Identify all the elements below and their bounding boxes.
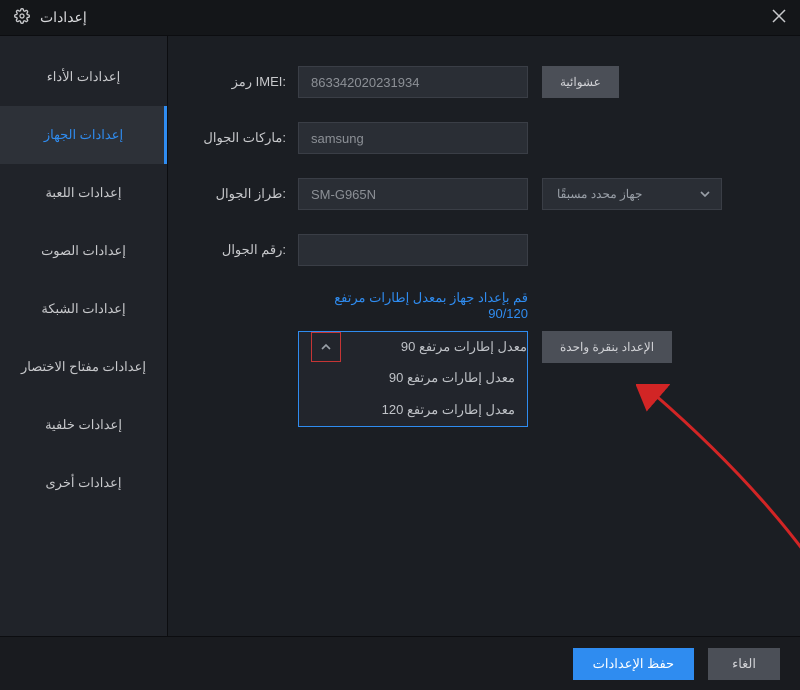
close-button[interactable]	[772, 9, 786, 26]
sidebar-item-label: إعدادات الصوت	[41, 243, 126, 259]
sidebar: إعدادات الأداء إعدادات الجهاز إعدادات ال…	[0, 36, 168, 636]
model-input[interactable]	[298, 178, 528, 210]
sidebar-item-shortcut[interactable]: إعدادات مفتاح الاختصار	[0, 338, 167, 396]
number-label: رقم الجوال:	[180, 242, 298, 258]
frame-rate-option-90[interactable]: معدل إطارات مرتفع 90	[299, 362, 527, 394]
gear-icon	[14, 8, 30, 27]
annotation-arrow	[636, 384, 800, 564]
frame-rate-dropdown: معدل إطارات مرتفع 90 معدل إطارات مرتفع 1…	[298, 362, 528, 427]
footer: حفظ الإعدادات الغاء	[0, 636, 800, 690]
cancel-button[interactable]: الغاء	[708, 648, 780, 680]
sidebar-item-label: إعدادات اللعبة	[45, 185, 121, 201]
row-number: رقم الجوال:	[180, 234, 776, 266]
sidebar-item-wallpaper[interactable]: إعدادات خلفية	[0, 396, 167, 454]
main-panel: رمز IMEI: عشوائية ماركات الجوال: طراز ال…	[168, 36, 800, 636]
sidebar-item-other[interactable]: إعدادات أخرى	[0, 454, 167, 512]
row-frame-rate: معدل إطارات مرتفع 90 معدل إطارات مرتفع 9…	[298, 331, 776, 363]
sidebar-item-audio[interactable]: إعدادات الصوت	[0, 222, 167, 280]
frame-rate-combobox[interactable]: معدل إطارات مرتفع 90	[298, 331, 528, 363]
sidebar-item-device[interactable]: إعدادات الجهاز	[0, 106, 167, 164]
sidebar-item-label: إعدادات مفتاح الاختصار	[21, 359, 146, 375]
save-button[interactable]: حفظ الإعدادات	[573, 648, 694, 680]
brand-input[interactable]	[298, 122, 528, 154]
sidebar-item-game[interactable]: إعدادات اللعبة	[0, 164, 167, 222]
titlebar: إعدادات	[0, 0, 800, 36]
frame-rate-option-120[interactable]: معدل إطارات مرتفع 120	[299, 394, 527, 426]
imei-input[interactable]	[298, 66, 528, 98]
sidebar-item-label: إعدادات الأداء	[47, 69, 121, 85]
random-imei-button[interactable]: عشوائية	[542, 66, 619, 98]
chevron-up-icon	[320, 341, 332, 353]
brand-label: ماركات الجوال:	[180, 130, 298, 146]
frame-rate-selected: معدل إطارات مرتفع 90	[401, 339, 527, 355]
number-input[interactable]	[298, 234, 528, 266]
sidebar-item-label: إعدادات أخرى	[45, 475, 121, 491]
close-icon	[772, 9, 786, 23]
combobox-arrow-highlight	[311, 332, 341, 362]
row-model: طراز الجوال: جهاز محدد مسبقًا	[180, 178, 776, 210]
model-label: طراز الجوال:	[180, 186, 298, 202]
row-imei: رمز IMEI: عشوائية	[180, 66, 776, 98]
chevron-down-icon	[699, 188, 711, 200]
frame-rate-heading: قم بإعداد جهاز بمعدل إطارات مرتفع 90/120	[298, 290, 528, 321]
preset-device-select[interactable]: جهاز محدد مسبقًا	[542, 178, 722, 210]
sidebar-item-label: إعدادات الجهاز	[44, 127, 123, 143]
one-click-setup-button[interactable]: الإعداد بنقرة واحدة	[542, 331, 672, 363]
preset-device-label: جهاز محدد مسبقًا	[557, 187, 642, 201]
sidebar-item-performance[interactable]: إعدادات الأداء	[0, 48, 167, 106]
imei-label: رمز IMEI:	[180, 74, 298, 90]
sidebar-item-network[interactable]: إعدادات الشبكة	[0, 280, 167, 338]
window-title: إعدادات	[40, 9, 87, 26]
sidebar-item-label: إعدادات خلفية	[45, 417, 122, 433]
sidebar-item-label: إعدادات الشبكة	[41, 301, 125, 317]
row-brand: ماركات الجوال:	[180, 122, 776, 154]
